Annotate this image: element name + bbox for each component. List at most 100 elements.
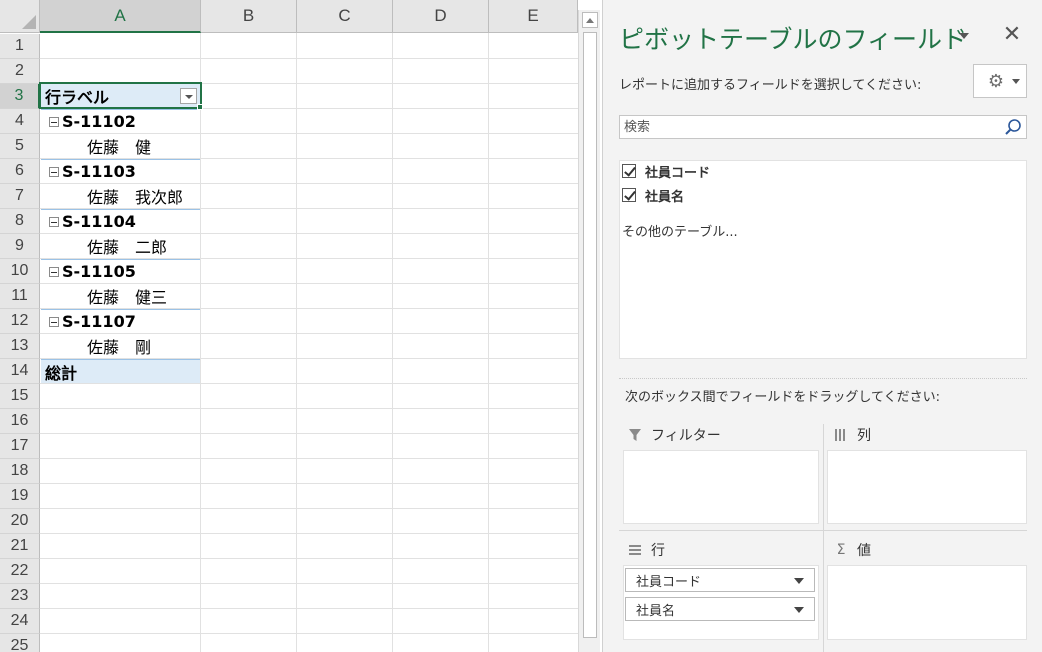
column-header-b[interactable]: B <box>201 0 297 33</box>
pivot-group-row[interactable]: S-11105 <box>41 259 200 283</box>
row-header[interactable]: 6 <box>0 159 40 184</box>
filters-area-label: フィルター <box>651 428 721 444</box>
pane-options-dropdown-icon[interactable] <box>955 28 975 44</box>
collapse-icon[interactable] <box>49 216 59 227</box>
collapse-icon[interactable] <box>49 316 59 327</box>
pane-splitter[interactable] <box>619 378 1027 379</box>
values-area-label: 値 <box>857 543 871 559</box>
row-gridline <box>40 58 578 59</box>
pivot-row-labels-header[interactable]: 行ラベル <box>41 84 200 108</box>
row-header[interactable]: 14 <box>0 359 40 384</box>
values-drop-area[interactable] <box>827 565 1027 640</box>
select-all-corner[interactable] <box>0 0 40 33</box>
pivot-header-label: 行ラベル <box>45 88 110 107</box>
values-area-header: Σ 値 <box>833 539 871 561</box>
row-header[interactable]: 15 <box>0 384 40 409</box>
pivot-group-row[interactable]: S-11104 <box>41 209 200 233</box>
vertical-scrollbar[interactable] <box>578 10 600 652</box>
pivot-grand-total-row[interactable]: 総計 <box>41 359 200 383</box>
row-header[interactable]: 18 <box>0 459 40 484</box>
chevron-down-icon[interactable] <box>794 607 804 613</box>
row-header[interactable]: 5 <box>0 134 40 159</box>
chevron-down-icon[interactable] <box>794 578 804 584</box>
row-header[interactable]: 16 <box>0 409 40 434</box>
field-search-box[interactable] <box>619 115 1027 139</box>
row-field-chip-label: 社員名 <box>636 603 676 619</box>
field-item-employee-code[interactable]: 社員コード <box>622 161 710 181</box>
field-item-employee-name[interactable]: 社員名 <box>622 185 684 205</box>
row-header[interactable]: 7 <box>0 184 40 209</box>
column-header-a[interactable]: A <box>40 0 201 33</box>
filter-icon <box>627 427 643 443</box>
row-gridline <box>40 383 578 384</box>
columns-area-header: 列 <box>833 424 871 446</box>
tools-button[interactable]: ⚙ <box>973 64 1027 98</box>
search-icon[interactable] <box>1004 118 1022 136</box>
field-checkbox[interactable] <box>622 188 636 202</box>
collapse-icon[interactable] <box>49 266 59 277</box>
pivot-detail-row[interactable]: 佐藤 剛 <box>41 334 200 358</box>
search-input[interactable] <box>620 116 1000 138</box>
rows-area-header: 行 <box>627 539 665 561</box>
row-header[interactable]: 23 <box>0 584 40 609</box>
row-header[interactable]: 25 <box>0 634 40 652</box>
filters-drop-area[interactable] <box>623 450 819 524</box>
column-header-d[interactable]: D <box>393 0 489 33</box>
row-gridline <box>40 533 578 534</box>
row-header[interactable]: 21 <box>0 534 40 559</box>
employee-name: 佐藤 我次郎 <box>87 188 184 207</box>
drag-fields-instruction: 次のボックス間でフィールドをドラッグしてください: <box>625 390 940 405</box>
pivot-detail-row[interactable]: 佐藤 二郎 <box>41 234 200 258</box>
row-header[interactable]: 9 <box>0 234 40 259</box>
row-gridline <box>40 633 578 634</box>
row-header[interactable]: 17 <box>0 434 40 459</box>
rows-area-label: 行 <box>651 543 665 559</box>
row-header[interactable]: 22 <box>0 559 40 584</box>
close-icon[interactable]: ✕ <box>1001 24 1023 46</box>
employee-name: 佐藤 剛 <box>87 338 152 357</box>
columns-icon <box>833 427 849 443</box>
pivot-detail-row[interactable]: 佐藤 健三 <box>41 284 200 308</box>
row-header[interactable]: 2 <box>0 59 40 84</box>
spreadsheet-grid[interactable]: A B C D E 1 2 3 4 5 6 7 8 9 10 11 12 13 14 15 16 17 18 19 2… <box>0 0 600 652</box>
pivot-detail-row[interactable]: 佐藤 我次郎 <box>41 184 200 208</box>
row-label-filter-dropdown[interactable] <box>180 88 197 104</box>
pivot-group-row[interactable]: S-11107 <box>41 309 200 333</box>
row-field-chip-employee-code[interactable]: 社員コード <box>625 568 815 592</box>
row-field-chip-employee-name[interactable]: 社員名 <box>625 597 815 621</box>
fill-handle[interactable] <box>197 104 203 110</box>
columns-area-label: 列 <box>857 428 871 444</box>
row-header[interactable]: 11 <box>0 284 40 309</box>
field-label: 社員名 <box>645 189 685 205</box>
columns-drop-area[interactable] <box>827 450 1027 524</box>
row-header[interactable]: 13 <box>0 334 40 359</box>
field-checkbox[interactable] <box>622 164 636 178</box>
row-header[interactable]: 8 <box>0 209 40 234</box>
column-header-e[interactable]: E <box>489 0 578 33</box>
row-gridline <box>40 583 578 584</box>
row-header[interactable]: 20 <box>0 509 40 534</box>
sigma-icon: Σ <box>836 542 846 558</box>
row-header[interactable]: 24 <box>0 609 40 634</box>
pivot-detail-row[interactable]: 佐藤 健 <box>41 134 200 158</box>
collapse-icon[interactable] <box>49 166 59 177</box>
scrollbar-thumb[interactable] <box>583 32 597 638</box>
row-header[interactable]: 4 <box>0 109 40 134</box>
collapse-icon[interactable] <box>49 116 59 127</box>
row-header[interactable]: 3 <box>0 84 40 109</box>
row-gridline <box>40 508 578 509</box>
row-header[interactable]: 10 <box>0 259 40 284</box>
employee-code: S-11102 <box>62 112 136 131</box>
employee-code: S-11107 <box>62 312 136 331</box>
pivot-group-row[interactable]: S-11102 <box>41 109 200 133</box>
row-header[interactable]: 12 <box>0 309 40 334</box>
select-all-triangle-icon <box>22 15 36 29</box>
more-tables-link[interactable]: その他のテーブル... <box>622 221 738 240</box>
pivot-group-row[interactable]: S-11103 <box>41 159 200 183</box>
row-header[interactable]: 1 <box>0 34 40 59</box>
row-field-chip-label: 社員コード <box>636 574 702 590</box>
choose-fields-label: レポートに追加するフィールドを選択してください: <box>619 78 922 93</box>
column-header-c[interactable]: C <box>297 0 393 33</box>
row-header[interactable]: 19 <box>0 484 40 509</box>
scroll-up-arrow-icon[interactable] <box>582 12 598 28</box>
